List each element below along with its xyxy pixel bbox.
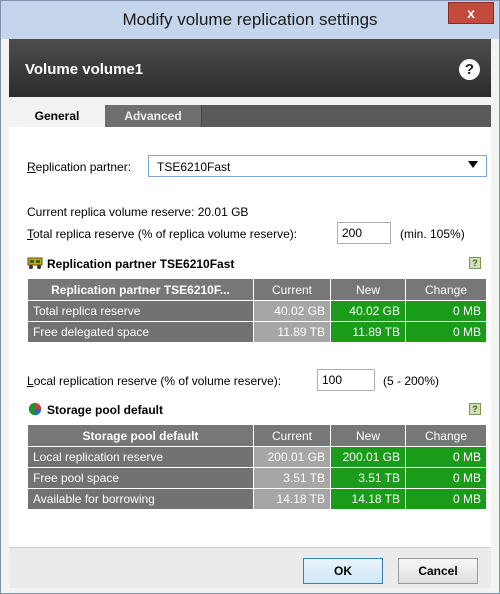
partner-section-title: Replication partner TSE6210Fast (47, 257, 235, 271)
row-current: 14.18 TB (253, 488, 331, 510)
tab-general[interactable]: General (9, 105, 105, 127)
general-panel: Replication partner: TSE6210Fast Current… (9, 127, 491, 547)
row-new: 200.01 GB (330, 446, 406, 468)
row-new: 11.89 TB (330, 321, 406, 343)
storage-pool-icon (28, 402, 42, 416)
total-replica-reserve-input[interactable]: 200 (337, 222, 391, 244)
row-name: Free delegated space (27, 321, 254, 343)
table-header-row: Replication partner TSE6210F... Current … (27, 278, 487, 301)
chevron-down-icon (468, 161, 478, 168)
table-row: Total replica reserve 40.02 GB 40.02 GB … (27, 300, 487, 322)
column-header-new[interactable]: New (330, 278, 406, 301)
partner-help-icon[interactable]: ? (469, 257, 481, 269)
volume-title: Volume volume1 (25, 61, 144, 78)
column-header-change[interactable]: Change (405, 424, 487, 447)
total-replica-reserve-hint: (min. 105%) (400, 227, 465, 241)
replication-partner-label: Replication partner: (27, 160, 132, 174)
close-button[interactable]: x (448, 2, 494, 24)
volume-header: Volume volume1 ? (9, 39, 491, 97)
row-change: 0 MB (405, 488, 487, 510)
row-new: 3.51 TB (330, 467, 406, 489)
pool-section-heading: Storage pool default (27, 402, 163, 417)
row-change: 0 MB (405, 446, 487, 468)
table-row: Local replication reserve 200.01 GB 200.… (27, 446, 487, 468)
column-header-change[interactable]: Change (405, 278, 487, 301)
row-name: Free pool space (27, 467, 254, 489)
pool-section-title: Storage pool default (47, 403, 164, 417)
tab-advanced[interactable]: Advanced (105, 105, 202, 127)
partner-section-heading: Replication partner TSE6210Fast (27, 256, 234, 271)
pool-table: Storage pool default Current New Change … (27, 424, 487, 510)
dialog-window: Modify volume replication settings x Vol… (0, 0, 500, 594)
table-row: Free pool space 3.51 TB 3.51 TB 0 MB (27, 467, 487, 489)
table-header-row: Storage pool default Current New Change (27, 424, 487, 447)
table-row: Available for borrowing 14.18 TB 14.18 T… (27, 488, 487, 510)
row-change: 0 MB (405, 300, 487, 322)
row-current: 40.02 GB (253, 300, 331, 322)
cancel-button[interactable]: Cancel (398, 558, 478, 584)
dialog-footer: OK Cancel (9, 547, 491, 588)
row-name: Local replication reserve (27, 446, 254, 468)
column-header-new[interactable]: New (330, 424, 406, 447)
local-reserve-hint: (5 - 200%) (383, 374, 440, 388)
replication-partner-icon (27, 257, 43, 269)
replication-partner-value: TSE6210Fast (157, 160, 231, 174)
column-header-name[interactable]: Replication partner TSE6210F... (27, 278, 254, 301)
table-row: Free delegated space 11.89 TB 11.89 TB 0… (27, 321, 487, 343)
ok-button[interactable]: OK (303, 558, 383, 584)
row-current: 3.51 TB (253, 467, 331, 489)
row-current: 11.89 TB (253, 321, 331, 343)
local-reserve-input[interactable]: 100 (317, 369, 375, 391)
tab-bar: General Advanced (9, 105, 491, 127)
help-icon[interactable]: ? (459, 59, 480, 80)
row-new: 40.02 GB (330, 300, 406, 322)
row-current: 200.01 GB (253, 446, 331, 468)
row-name: Available for borrowing (27, 488, 254, 510)
replication-partner-select[interactable]: TSE6210Fast (148, 155, 487, 177)
row-change: 0 MB (405, 467, 487, 489)
column-header-current[interactable]: Current (253, 278, 331, 301)
title-bar[interactable]: Modify volume replication settings x (1, 1, 499, 39)
row-new: 14.18 TB (330, 488, 406, 510)
column-header-current[interactable]: Current (253, 424, 331, 447)
row-name: Total replica reserve (27, 300, 254, 322)
row-change: 0 MB (405, 321, 487, 343)
partner-table: Replication partner TSE6210F... Current … (27, 278, 487, 343)
pool-help-icon[interactable]: ? (469, 403, 481, 415)
current-replica-reserve-text: Current replica volume reserve: 20.01 GB (27, 205, 249, 219)
column-header-name[interactable]: Storage pool default (27, 424, 254, 447)
local-reserve-label: Local replication reserve (% of volume r… (27, 374, 282, 388)
total-replica-reserve-label: Total replica reserve (% of replica volu… (27, 227, 298, 241)
window-title: Modify volume replication settings (122, 10, 378, 29)
